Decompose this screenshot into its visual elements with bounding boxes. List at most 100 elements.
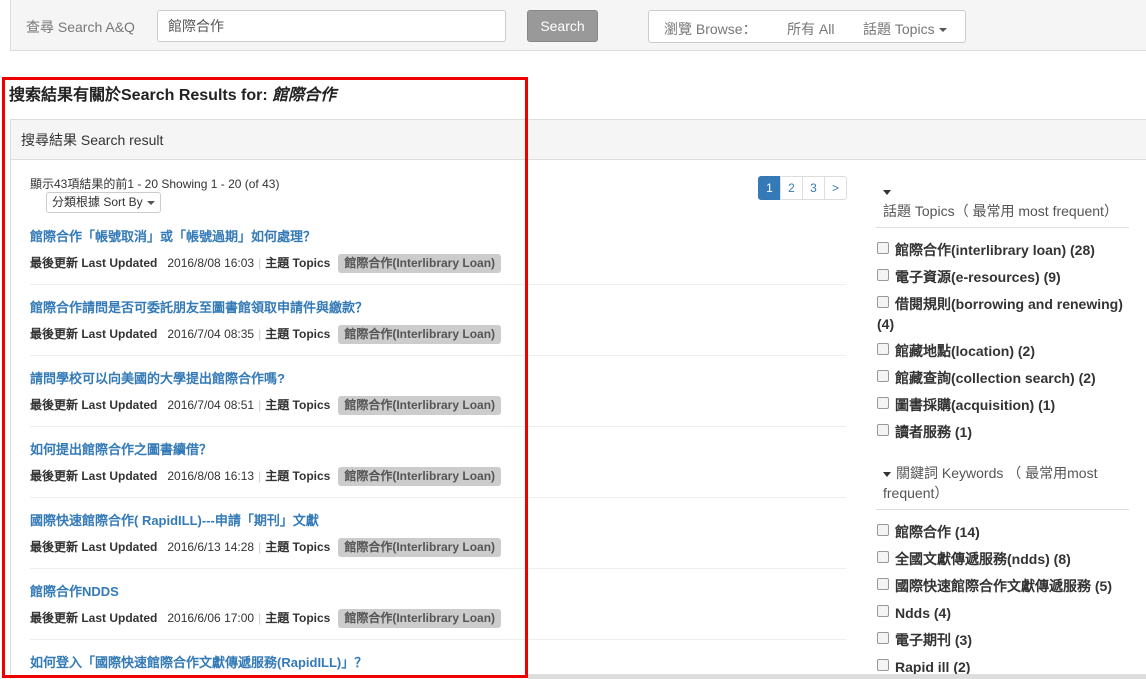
checkbox-icon[interactable]: [877, 424, 889, 436]
facet-divider: [876, 227, 1129, 228]
browse-all-link[interactable]: 所有 All: [787, 19, 834, 39]
top-navbar: 查尋 Search A&Q 館際合作 Search 瀏覽 Browse： 所有 …: [10, 0, 1146, 51]
page-1-link[interactable]: 1: [758, 176, 781, 200]
pagination: 1 2 3 >: [758, 176, 847, 200]
last-updated-label: 最後更新 Last Updated: [30, 327, 158, 341]
facet-item-label: 館際合作(interlibrary loan) (28): [895, 242, 1095, 258]
caret-down-icon: [938, 28, 947, 33]
browse-topics-dropdown[interactable]: 話題 Topics: [863, 19, 947, 39]
result-item: 如何提出館際合作之圖書續借？ 最後更新 Last Updated 2016/8/0…: [30, 439, 512, 486]
browse-menu: 瀏覽 Browse： 所有 All 話題 Topics: [648, 10, 966, 43]
search-input[interactable]: 館際合作: [157, 10, 506, 42]
facet-divider: [876, 509, 1129, 510]
keyword-filter-checkbox[interactable]: 國際快速館際合作文獻傳遞服務 (5): [877, 576, 1133, 596]
meta-separator: |: [258, 469, 262, 483]
result-divider: [30, 497, 846, 498]
result-title-link[interactable]: 館際合作NDDS: [30, 581, 512, 600]
results-heading-prefix: 搜索結果有關於Search Results for:: [9, 87, 273, 104]
keyword-filter-checkbox[interactable]: 全國文獻傳遞服務(ndds) (8): [877, 549, 1133, 569]
topic-tag[interactable]: 館際合作(Interlibrary Loan): [338, 609, 502, 628]
topic-tag[interactable]: 館際合作(Interlibrary Loan): [338, 325, 502, 344]
checkbox-icon[interactable]: [877, 551, 889, 563]
checkbox-icon[interactable]: [877, 269, 889, 281]
topics-label: 主題 Topics: [265, 540, 331, 554]
keyword-filter-checkbox[interactable]: 電子期刊 (3): [877, 630, 1133, 650]
topic-tag[interactable]: 館際合作(Interlibrary Loan): [338, 538, 502, 557]
topics-label: 主題 Topics: [265, 469, 331, 483]
keyword-filter-checkbox[interactable]: 館際合作 (14): [877, 522, 1133, 542]
result-title-link[interactable]: 如何提出館際合作之圖書續借？: [30, 439, 512, 458]
search-label: 查尋 Search A&Q: [26, 19, 135, 35]
meta-separator: |: [258, 611, 262, 625]
result-title-link[interactable]: 如何登入「國際快速館際合作文獻傳遞服務(RapidILL)」？: [30, 652, 512, 671]
next-page-link[interactable]: >: [824, 176, 847, 200]
checkbox-icon[interactable]: [877, 296, 889, 308]
topic-filter-checkbox[interactable]: 借閱規則(borrowing and renewing) (4): [877, 294, 1133, 334]
checkbox-icon[interactable]: [877, 397, 889, 409]
checkbox-icon[interactable]: [877, 343, 889, 355]
checkbox-icon[interactable]: [877, 632, 889, 644]
keyword-filter-checkbox[interactable]: Ndds (4): [877, 603, 1133, 623]
page-2-link[interactable]: 2: [780, 176, 803, 200]
topic-tag[interactable]: 館際合作(Interlibrary Loan): [338, 254, 502, 273]
facet-item-label: 讀者服務 (1): [895, 424, 972, 440]
keywords-facet-heading[interactable]: 關鍵詞 Keywords （ 最常用most frequent）: [883, 463, 1128, 503]
topic-filter-checkbox[interactable]: 讀者服務 (1): [877, 422, 1133, 442]
last-updated-date: 2016/7/04 08:35: [167, 327, 255, 341]
result-title-link[interactable]: 館際合作「帳號取消」或「帳號過期」如何處理？: [30, 226, 512, 245]
checkbox-icon[interactable]: [877, 370, 889, 382]
facet-item-label: 電子資源(e-resources) (9): [895, 269, 1061, 285]
topic-tag[interactable]: 館際合作(Interlibrary Loan): [338, 396, 502, 415]
checkbox-icon[interactable]: [877, 578, 889, 590]
result-title-link[interactable]: 請問學校可以向美國的大學提出館際合作嗎?: [30, 368, 512, 387]
topics-facet-heading[interactable]: 話題 Topics（ 最常用 most frequent）: [883, 181, 1128, 221]
result-item: 如何登入「國際快速館際合作文獻傳遞服務(RapidILL)」？: [30, 652, 512, 671]
last-updated-label: 最後更新 Last Updated: [30, 398, 158, 412]
topic-filter-checkbox[interactable]: 電子資源(e-resources) (9): [877, 267, 1133, 287]
result-item: 請問學校可以向美國的大學提出館際合作嗎? 最後更新 Last Updated 20…: [30, 368, 512, 415]
result-divider: [30, 426, 846, 427]
result-meta: 最後更新 Last Updated 2016/7/04 08:35 | 主題 Topi…: [30, 324, 512, 344]
page-3-link[interactable]: 3: [802, 176, 825, 200]
facet-item-label: 借閱規則(borrowing and renewing) (4): [877, 296, 1123, 332]
search-button[interactable]: Search: [527, 10, 598, 42]
result-divider: [30, 639, 846, 640]
browse-topics-label: 話題 Topics: [863, 21, 935, 37]
result-item: 館際合作「帳號取消」或「帳號過期」如何處理？ 最後更新 Last Updated…: [30, 226, 512, 273]
sort-by-dropdown[interactable]: 分類根據 Sort By: [46, 192, 161, 213]
sort-by-label: 分類根據 Sort By: [52, 195, 143, 209]
facet-item-label: 館際合作 (14): [895, 524, 980, 540]
last-updated-date: 2016/7/04 08:51: [167, 398, 255, 412]
topic-tag[interactable]: 館際合作(Interlibrary Loan): [338, 467, 502, 486]
facet-item-label: 國際快速館際合作文獻傳遞服務 (5): [895, 578, 1112, 594]
panel-bottom-edge: [528, 674, 1146, 679]
caret-down-icon: [146, 200, 155, 205]
meta-separator: |: [258, 398, 262, 412]
result-count: 顯示43項結果的前1 - 20 Showing 1 - 20 (of 43): [30, 177, 280, 191]
browse-label: 瀏覽 Browse：: [664, 21, 757, 37]
results-heading: 搜索結果有關於Search Results for: 館際合作: [9, 81, 336, 105]
topic-filter-checkbox[interactable]: 館際合作(interlibrary loan) (28): [877, 240, 1133, 260]
result-title-link[interactable]: 國際快速館際合作( RapidILL)---申請「期刊」文獻: [30, 510, 512, 529]
result-title-link[interactable]: 館際合作請問是否可委託朋友至圖書館領取申請件與繳款？: [30, 297, 512, 316]
facet-item-label: Rapid ill (2): [895, 659, 971, 675]
checkbox-icon[interactable]: [877, 605, 889, 617]
last-updated-label: 最後更新 Last Updated: [30, 469, 158, 483]
facet-item-label: 圖書採購(acquisition) (1): [895, 397, 1056, 413]
topic-filter-checkbox[interactable]: 圖書採購(acquisition) (1): [877, 395, 1133, 415]
topic-filter-checkbox[interactable]: 館藏查詢(collection search) (2): [877, 368, 1133, 388]
facet-item-label: 全國文獻傳遞服務(ndds) (8): [895, 551, 1071, 567]
checkbox-icon[interactable]: [877, 524, 889, 536]
result-divider: [30, 284, 846, 285]
checkbox-icon[interactable]: [877, 659, 889, 671]
checkbox-icon[interactable]: [877, 242, 889, 254]
topics-label: 主題 Topics: [265, 327, 331, 341]
meta-separator: |: [258, 327, 262, 341]
topic-filter-checkbox[interactable]: 館藏地點(location) (2): [877, 341, 1133, 361]
meta-separator: |: [258, 540, 262, 554]
result-meta: 最後更新 Last Updated 2016/7/04 08:51 | 主題 Topi…: [30, 395, 512, 415]
last-updated-date: 2016/8/08 16:03: [167, 256, 255, 270]
facet-item-label: 電子期刊 (3): [895, 632, 972, 648]
meta-separator: |: [258, 256, 262, 270]
last-updated-date: 2016/8/08 16:13: [167, 469, 255, 483]
